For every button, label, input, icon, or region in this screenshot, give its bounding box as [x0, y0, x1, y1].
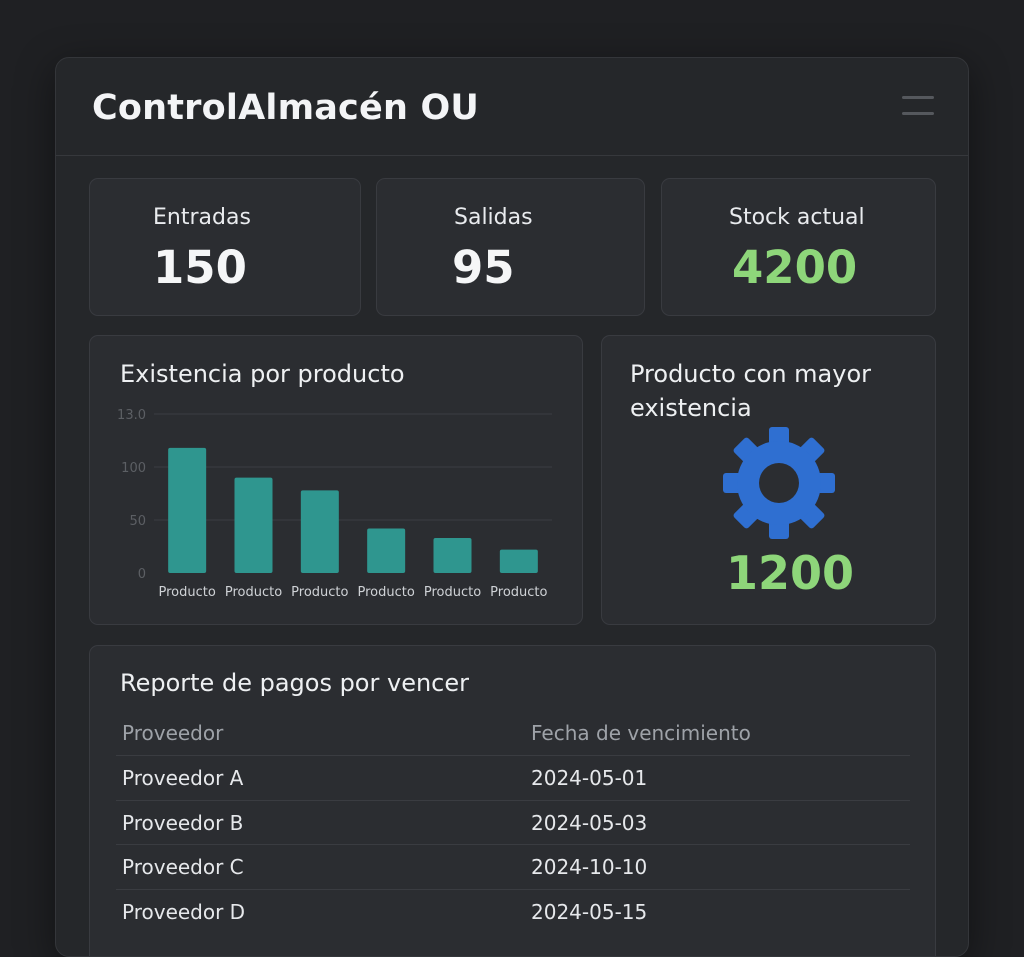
- top-product-title: Producto con mayor existencia: [630, 360, 871, 422]
- column-header-fecha[interactable]: Fecha de vencimiento: [531, 721, 751, 745]
- cell-fecha: 2024-05-03: [531, 811, 648, 835]
- cell-fecha: 2024-10-10: [531, 855, 648, 879]
- stat-label: Salidas: [454, 205, 533, 230]
- gear-icon: [723, 427, 835, 539]
- y-tick-label: 0: [138, 567, 146, 582]
- x-tick-label: Producto: [225, 585, 282, 600]
- cell-proveedor: Proveedor D: [122, 900, 246, 924]
- menu-button[interactable]: [902, 96, 934, 118]
- bar-chart: 0 50 100 13.0 Producto Producto Producto Produc…: [117, 408, 552, 600]
- bar[interactable]: [367, 528, 406, 573]
- y-tick-label: 50: [129, 514, 146, 529]
- stat-card-entradas: Entradas 150: [89, 178, 361, 316]
- app-window: ControlAlmacén OU Entradas 150 Salidas 9…: [55, 57, 969, 957]
- y-tick-label: 100: [121, 461, 146, 476]
- y-tick-label: 13.0: [117, 408, 146, 423]
- x-tick-label: Producto: [358, 585, 415, 600]
- cell-fecha: 2024-05-01: [531, 766, 648, 790]
- report-card: Reporte de pagos por vencer Proveedor Fe…: [89, 645, 936, 956]
- stat-card-stock-actual: Stock actual 4200: [661, 178, 936, 316]
- row-divider: [116, 844, 910, 845]
- chart-card: Existencia por producto 0 50 100 13.0 Produc…: [89, 335, 583, 625]
- stat-value: 4200: [732, 241, 858, 294]
- bar[interactable]: [499, 549, 538, 573]
- stat-label: Stock actual: [729, 205, 865, 230]
- cell-proveedor: Proveedor A: [122, 766, 244, 790]
- menu-icon-line-bottom: [902, 112, 934, 115]
- app-title: ControlAlmacén OU: [92, 88, 480, 128]
- app-header: ControlAlmacén OU: [56, 58, 968, 156]
- column-header-proveedor[interactable]: Proveedor: [122, 721, 223, 745]
- report-title: Reporte de pagos por vencer: [120, 669, 469, 697]
- stat-card-salidas: Salidas 95: [376, 178, 645, 316]
- cell-proveedor: Proveedor C: [122, 855, 244, 879]
- bar[interactable]: [433, 538, 472, 573]
- x-tick-label: Producto: [291, 585, 348, 600]
- menu-icon-line-top: [902, 96, 934, 99]
- cell-fecha: 2024-05-15: [531, 900, 648, 924]
- row-divider: [116, 800, 910, 801]
- bar[interactable]: [300, 490, 339, 573]
- cell-proveedor: Proveedor B: [122, 811, 244, 835]
- top-product-card: Producto con mayor existencia 1200: [601, 335, 936, 625]
- stat-label: Entradas: [153, 205, 251, 230]
- stat-value: 150: [153, 241, 247, 294]
- x-tick-label: Producto: [490, 585, 547, 600]
- x-tick-label: Producto: [159, 585, 216, 600]
- x-tick-label: Producto: [424, 585, 481, 600]
- row-divider: [116, 889, 910, 890]
- stat-value: 95: [452, 241, 515, 294]
- row-divider: [116, 755, 910, 756]
- top-product-value: 1200: [726, 546, 855, 600]
- bar[interactable]: [234, 477, 273, 573]
- bar[interactable]: [168, 447, 207, 573]
